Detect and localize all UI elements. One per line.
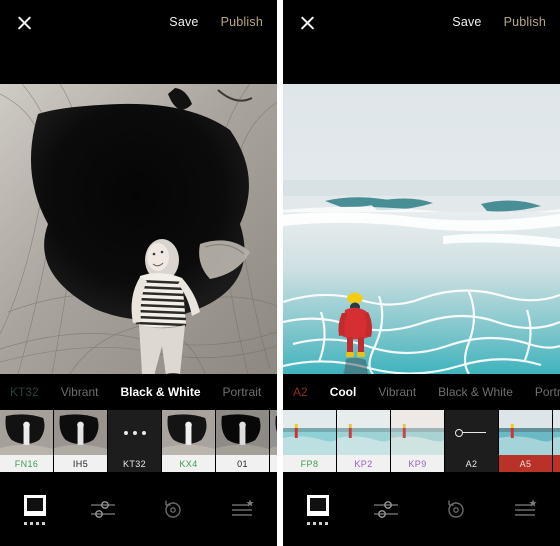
nav-recipes-tab[interactable] xyxy=(491,472,560,546)
thumb-preview-image xyxy=(337,410,390,455)
category-portrait[interactable]: Portrait xyxy=(223,385,262,399)
filter-thumb-kt32-selected[interactable]: KT32 xyxy=(108,410,162,472)
thumb-preview-image xyxy=(391,410,444,455)
photo-preview-right[interactable] xyxy=(283,84,560,374)
filter-thumb-label: A8 xyxy=(553,455,560,472)
thumb-strength-slider[interactable] xyxy=(445,410,498,455)
thumb-preview-image xyxy=(270,410,277,455)
category-cool[interactable]: Cool xyxy=(330,385,357,399)
thumb-preview-image xyxy=(216,410,269,455)
filter-thumb-label: FN16 xyxy=(0,455,53,472)
filter-thumb-label: KP9 xyxy=(391,455,444,472)
dual-screenshot-container: Save Publish xyxy=(0,0,560,546)
filter-frame-icon xyxy=(305,494,331,518)
category-kt32[interactable]: KT32 xyxy=(10,385,39,399)
bottom-toolbar-right[interactable] xyxy=(283,472,560,546)
editor-screen-left: Save Publish xyxy=(0,0,277,546)
save-button[interactable]: Save xyxy=(452,15,481,29)
adjust-sliders-icon xyxy=(89,498,119,520)
thumb-preview-image xyxy=(0,410,53,455)
thumb-preview-image xyxy=(499,410,552,455)
nav-recipes-tab[interactable] xyxy=(208,472,277,546)
editor-screen-right: Save Publish xyxy=(283,0,560,546)
category-black-and-white[interactable]: Black & White xyxy=(438,385,513,399)
recipes-star-icon xyxy=(512,498,538,520)
nav-filters-tab[interactable] xyxy=(0,472,69,546)
filter-thumb-ih5[interactable]: IH5 xyxy=(54,410,108,472)
filter-thumb-label: KT32 xyxy=(108,455,161,472)
filter-category-strip-right[interactable]: A2 Cool Vibrant Black & White Portra xyxy=(283,374,560,410)
nav-undo-tab[interactable] xyxy=(422,472,491,546)
filter-thumb-fp8[interactable]: FP8 xyxy=(283,410,337,472)
filter-frame-icon xyxy=(22,494,48,518)
filter-thumb-label: 02 xyxy=(270,455,277,472)
close-icon[interactable] xyxy=(297,12,319,34)
category-vibrant[interactable]: Vibrant xyxy=(61,385,99,399)
thumb-preview-image xyxy=(553,410,560,455)
nav-undo-tab[interactable] xyxy=(139,472,208,546)
thumb-more-options[interactable] xyxy=(108,410,161,455)
three-dots-icon xyxy=(108,431,161,435)
category-portra[interactable]: Portra xyxy=(535,385,560,399)
undo-history-icon xyxy=(444,497,468,521)
filter-thumb-fn16[interactable]: FN16 xyxy=(0,410,54,472)
filter-thumb-label: A5 xyxy=(499,455,552,472)
filter-thumb-label: KP2 xyxy=(337,455,390,472)
thumb-preview-image xyxy=(283,410,336,455)
bottom-toolbar-left[interactable] xyxy=(0,472,277,546)
save-button[interactable]: Save xyxy=(169,15,198,29)
nav-adjust-tab[interactable] xyxy=(69,472,138,546)
publish-button[interactable]: Publish xyxy=(504,15,546,29)
right-top-bar: Save Publish xyxy=(283,0,560,84)
filter-thumbnail-strip-right[interactable]: FP8 KP2 KP9 A2 xyxy=(283,410,560,472)
thumb-preview-image xyxy=(162,410,215,455)
filter-page-dots xyxy=(307,522,328,525)
filter-thumbnail-strip-left[interactable]: FN16 IH5 KT32 KX4 xyxy=(0,410,277,472)
filter-thumb-label: FP8 xyxy=(283,455,336,472)
photo-bw-tree-stump xyxy=(0,84,277,374)
undo-history-icon xyxy=(161,497,185,521)
filter-thumb-02[interactable]: 02 xyxy=(270,410,277,472)
filter-thumb-a5[interactable]: A5 xyxy=(499,410,553,472)
publish-button[interactable]: Publish xyxy=(221,15,263,29)
filter-thumb-label: IH5 xyxy=(54,455,107,472)
filter-page-dots xyxy=(24,522,45,525)
category-vibrant[interactable]: Vibrant xyxy=(378,385,416,399)
close-icon[interactable] xyxy=(14,12,36,34)
filter-thumb-label: 01 xyxy=(216,455,269,472)
filter-thumb-label: A2 xyxy=(445,455,498,472)
filter-thumb-kx4[interactable]: KX4 xyxy=(162,410,216,472)
category-a2[interactable]: A2 xyxy=(293,385,308,399)
thumb-preview-image xyxy=(54,410,107,455)
filter-thumb-a8[interactable]: A8 xyxy=(553,410,560,472)
filter-thumb-a2-selected[interactable]: A2 xyxy=(445,410,499,472)
adjust-sliders-icon xyxy=(372,498,402,520)
nav-adjust-tab[interactable] xyxy=(352,472,421,546)
photo-preview-left[interactable] xyxy=(0,84,277,374)
left-top-bar: Save Publish xyxy=(0,0,277,84)
filter-thumb-label: KX4 xyxy=(162,455,215,472)
filter-thumb-kp2[interactable]: KP2 xyxy=(337,410,391,472)
category-black-and-white[interactable]: Black & White xyxy=(121,385,201,399)
slider-icon xyxy=(445,429,498,437)
recipes-star-icon xyxy=(229,498,255,520)
filter-category-strip-left[interactable]: KT32 Vibrant Black & White Portrait Nat xyxy=(0,374,277,410)
filter-thumb-01[interactable]: 01 xyxy=(216,410,270,472)
photo-beach-child xyxy=(283,84,560,374)
filter-thumb-kp9[interactable]: KP9 xyxy=(391,410,445,472)
nav-filters-tab[interactable] xyxy=(283,472,352,546)
